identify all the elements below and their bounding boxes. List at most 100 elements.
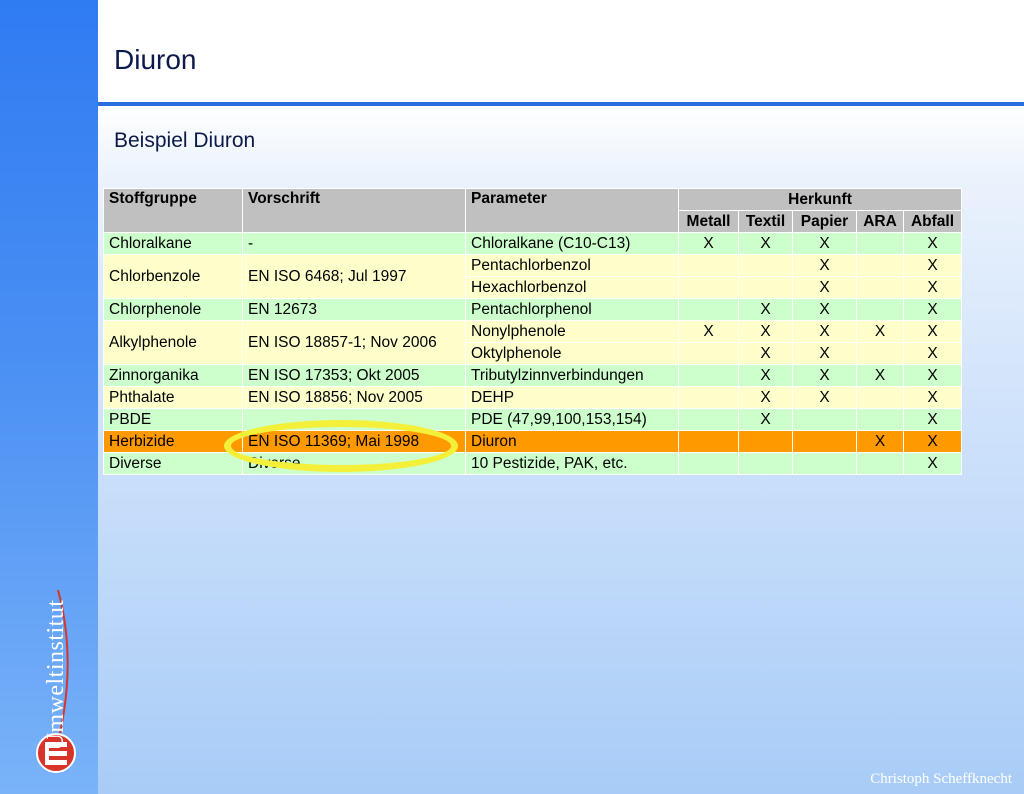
cell-textil: X	[738, 408, 793, 431]
header-papier: Papier	[792, 210, 857, 233]
cell-metall	[678, 298, 739, 321]
cell-abfall: X	[903, 452, 962, 475]
cell-ara	[856, 254, 904, 277]
header-parameter: Parameter	[465, 188, 679, 233]
substance-table: Stoffgruppe Vorschrift Parameter Herkunf…	[103, 188, 962, 475]
header-row-1: Stoffgruppe Vorschrift Parameter Herkunf…	[103, 188, 962, 233]
cell-textil: X	[738, 342, 793, 365]
cell-papier: X	[792, 386, 857, 409]
cell-ara	[856, 452, 904, 475]
cell-papier: X	[792, 342, 857, 365]
logo-text: Umweltinstitut	[43, 599, 69, 751]
cell-stoffgruppe: Herbizide	[103, 430, 243, 453]
cell-vorschrift: EN ISO 18856; Nov 2005	[242, 386, 466, 409]
cell-abfall: X	[903, 364, 962, 387]
cell-abfall: X	[903, 342, 962, 365]
cell-ara: X	[856, 320, 904, 343]
footer-author: Christoph Scheffknecht	[870, 771, 1012, 787]
cell-parameter: Pentachlorbenzol	[465, 254, 679, 277]
cell-vorschrift	[242, 408, 466, 431]
cell-textil: X	[738, 232, 793, 255]
cell-metall	[678, 386, 739, 409]
cell-vorschrift: EN ISO 17353; Okt 2005	[242, 364, 466, 387]
cell-stoffgruppe: Zinnorganika	[103, 364, 243, 387]
cell-ara: X	[856, 364, 904, 387]
cell-papier: X	[792, 320, 857, 343]
cell-papier	[792, 408, 857, 431]
header-textil: Textil	[738, 210, 793, 233]
cell-parameter: Oktylphenole	[465, 342, 679, 365]
cell-metall	[678, 452, 739, 475]
cell-textil	[738, 452, 793, 475]
cell-metall: X	[678, 232, 739, 255]
cell-stoffgruppe: Chlorphenole	[103, 298, 243, 321]
header-ara: ARA	[856, 210, 904, 233]
cell-papier	[792, 452, 857, 475]
table-row: PBDE PDE (47,99,100,153,154) X X	[103, 408, 962, 431]
cell-textil	[738, 276, 793, 299]
cell-parameter: Nonylphenole	[465, 320, 679, 343]
cell-abfall: X	[903, 232, 962, 255]
cell-textil: X	[738, 364, 793, 387]
table-row: Chlorbenzole EN ISO 6468; Jul 1997 Penta…	[103, 254, 962, 299]
header-vorschrift: Vorschrift	[242, 188, 466, 233]
cell-vorschrift: -	[242, 232, 466, 255]
cell-metall	[678, 430, 739, 453]
cell-papier: X	[792, 298, 857, 321]
title-rule	[98, 102, 1024, 106]
table-row: Chlorphenole EN 12673 Pentachlorphenol X…	[103, 298, 962, 321]
table-row: Diverse Diverse 10 Pestizide, PAK, etc. …	[103, 452, 962, 475]
cell-abfall: X	[903, 320, 962, 343]
cell-abfall: X	[903, 408, 962, 431]
cell-abfall: X	[903, 386, 962, 409]
slide-subtitle: Beispiel Diuron	[114, 129, 256, 152]
table-row: Chloralkane - Chloralkane (C10-C13) X X …	[103, 232, 962, 255]
cell-metall	[678, 364, 739, 387]
institute-logo: Umweltinstitut	[18, 560, 98, 780]
header-stoffgruppe: Stoffgruppe	[103, 188, 243, 233]
cell-parameter: Hexachlorbenzol	[465, 276, 679, 299]
header-metall: Metall	[678, 210, 739, 233]
cell-papier: X	[792, 232, 857, 255]
cell-textil: X	[738, 320, 793, 343]
cell-metall	[678, 342, 739, 365]
cell-ara	[856, 232, 904, 255]
cell-parameter: Pentachlorphenol	[465, 298, 679, 321]
cell-abfall: X	[903, 298, 962, 321]
slide-title: Diuron	[114, 44, 197, 75]
cell-vorschrift: Diverse	[242, 452, 466, 475]
cell-papier: X	[792, 364, 857, 387]
cell-parameter: 10 Pestizide, PAK, etc.	[465, 452, 679, 475]
cell-metall	[678, 276, 739, 299]
cell-metall	[678, 408, 739, 431]
cell-papier: X	[792, 276, 857, 299]
cell-abfall: X	[903, 254, 962, 277]
cell-stoffgruppe: Chlorbenzole	[103, 254, 243, 299]
cell-ara	[856, 342, 904, 365]
cell-ara: X	[856, 430, 904, 453]
cell-papier	[792, 430, 857, 453]
cell-textil	[738, 254, 793, 277]
cell-abfall: X	[903, 430, 962, 453]
cell-ara	[856, 386, 904, 409]
cell-stoffgruppe: Alkylphenole	[103, 320, 243, 365]
cell-parameter: PDE (47,99,100,153,154)	[465, 408, 679, 431]
cell-textil: X	[738, 386, 793, 409]
cell-ara	[856, 276, 904, 299]
cell-textil: X	[738, 298, 793, 321]
cell-stoffgruppe: Phthalate	[103, 386, 243, 409]
cell-stoffgruppe: Diverse	[103, 452, 243, 475]
cell-vorschrift: EN ISO 11369; Mai 1998	[242, 430, 466, 453]
cell-metall	[678, 254, 739, 277]
table-row: Zinnorganika EN ISO 17353; Okt 2005 Trib…	[103, 364, 962, 387]
cell-parameter: Chloralkane (C10-C13)	[465, 232, 679, 255]
cell-stoffgruppe: Chloralkane	[103, 232, 243, 255]
cell-parameter: Tributylzinnverbindungen	[465, 364, 679, 387]
cell-vorschrift: EN ISO 18857-1; Nov 2006	[242, 320, 466, 365]
table-row-highlighted: Herbizide EN ISO 11369; Mai 1998 Diuron …	[103, 430, 962, 453]
cell-parameter: Diuron	[465, 430, 679, 453]
cell-vorschrift: EN 12673	[242, 298, 466, 321]
header-herkunft: Herkunft	[678, 188, 962, 211]
cell-stoffgruppe: PBDE	[103, 408, 243, 431]
cell-abfall: X	[903, 276, 962, 299]
